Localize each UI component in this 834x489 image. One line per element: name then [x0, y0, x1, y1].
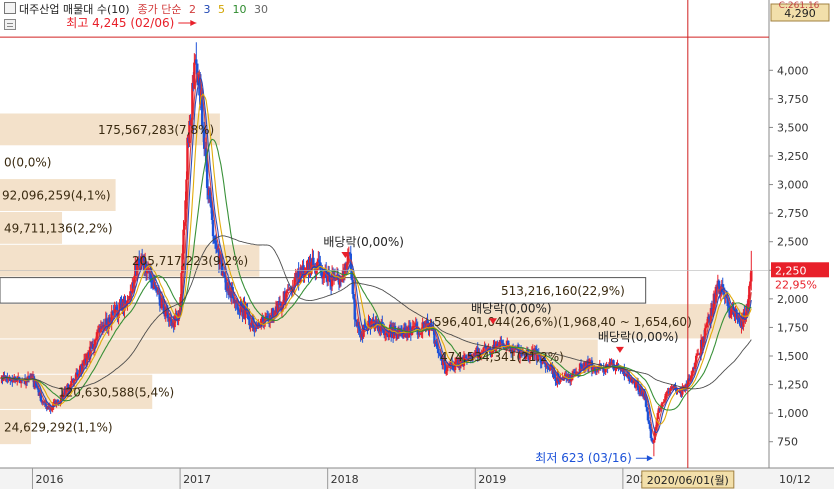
chart-legend: 대주산업 매물대 수(10) 종가 단순 2 3 5 10 30	[4, 2, 268, 17]
volume-profile-label: 175,567,283(7,8%)	[98, 123, 214, 137]
candle-body	[195, 59, 198, 64]
y-tick-label: 1,500	[777, 350, 809, 363]
volume-profile-label: 513,216,160(22,9%)	[501, 284, 625, 298]
volume-profile-label: 120,630,588(5,4%)	[58, 385, 174, 399]
x-tick-label: 2017	[183, 473, 211, 486]
ma-label: 종가 단순	[137, 3, 182, 16]
candle-body	[193, 62, 196, 89]
y-tick-label: 2,750	[777, 207, 809, 220]
volume-profile-label: 205,717,223(9,2%)	[132, 254, 248, 268]
price-readout-label: 4,290	[784, 7, 816, 20]
dividend-label: 배당락(0,00%)	[598, 330, 679, 344]
crosshair-date-label: 2020/06/01(월)	[647, 474, 729, 487]
volume-profile-label: 474,534,341(21,2%)	[440, 350, 564, 364]
y-tick-label: 1,750	[777, 321, 809, 334]
chart-background	[0, 0, 834, 489]
ma-period-30: 30	[254, 3, 269, 16]
chart-title: 대주산업 매물대 수(10)	[19, 3, 130, 16]
volume-profile-label: 596,401,044(26,6%)(1,968,40 ~ 1,654,60)	[434, 315, 692, 329]
y-tick-label: 3,750	[777, 93, 809, 106]
candle-body	[750, 270, 753, 282]
chart-settings-icon[interactable]	[4, 19, 16, 30]
ma-period-10: 10	[232, 3, 247, 16]
dividend-label: 배당락(0,00%)	[323, 235, 404, 249]
y-tick-label: 4,000	[777, 64, 809, 77]
volume-profile-label: 92,096,259(4,1%)	[2, 189, 111, 203]
ma-period-5: 5	[218, 3, 226, 16]
candle-body	[570, 380, 573, 382]
low-price-label: 최저 623 (03/16)	[535, 451, 632, 465]
y-tick-label: 750	[777, 436, 798, 449]
y-tick-label: 2,500	[777, 236, 809, 249]
x-tick-label: 2019	[478, 473, 506, 486]
y-tick-label: 3,250	[777, 150, 809, 163]
volume-profile-label: 24,629,292(1,1%)	[4, 421, 113, 435]
candle-body	[705, 322, 709, 328]
y-tick-label: 3,500	[777, 121, 809, 134]
high-price-label: 최고 4,245 (02/06)	[66, 16, 174, 30]
ma-period-2: 2	[189, 3, 197, 16]
y-tick-label: 2,000	[777, 293, 809, 306]
y-tick-label: 1,000	[777, 407, 809, 420]
y-tick-label: 3,000	[777, 179, 809, 192]
x-tick-label: 2016	[35, 473, 63, 486]
candle-body	[211, 219, 215, 237]
dividend-label: 배당락(0,00%)	[471, 301, 552, 315]
ma-period-3: 3	[203, 3, 211, 16]
right-axis-bottom-label: 10/12	[779, 473, 811, 486]
stock-chart[interactable]: 175,567,283(7,8%) 0(0,0%) 92,096,259(4,1%)…	[0, 0, 834, 489]
volume-profile-label: 0(0,0%)	[4, 156, 51, 170]
current-price-pct: 22,95%	[775, 278, 817, 291]
candle-body	[704, 327, 708, 329]
x-tick-label: 2018	[331, 473, 359, 486]
legend-toggle-icon[interactable]	[4, 2, 16, 14]
current-price-label: 2,250	[775, 264, 807, 277]
y-tick-label: 1,250	[777, 379, 809, 392]
volume-profile-label: 49,711,136(2,2%)	[4, 221, 113, 235]
